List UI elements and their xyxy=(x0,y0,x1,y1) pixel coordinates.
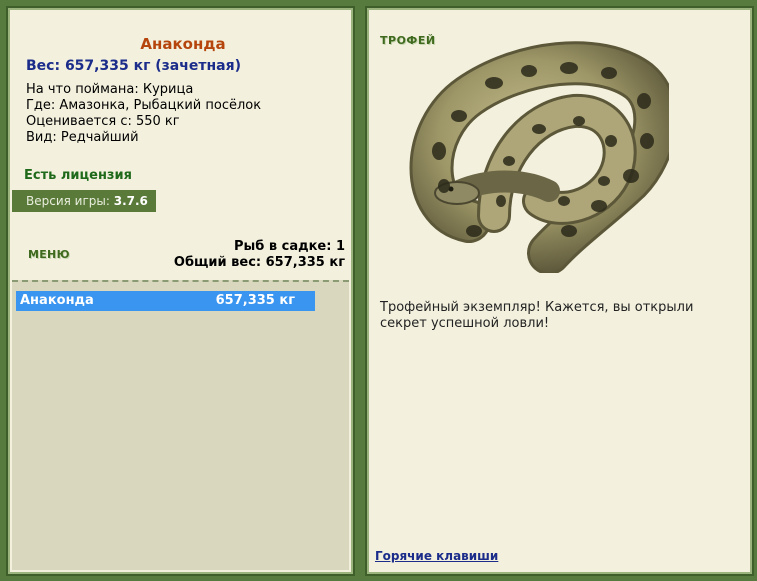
fish-weight: Вес: 657,335 кг (зачетная) xyxy=(26,58,241,74)
bait-info: На что поймана: Курица xyxy=(26,82,194,97)
version-value: 3.7.6 xyxy=(113,194,148,208)
menu-button[interactable]: МЕНЮ xyxy=(28,248,70,261)
anaconda-image xyxy=(409,41,669,273)
license-status: Есть лицензия xyxy=(24,168,132,183)
fish-info-panel: Анаконда Вес: 657,335 кг (зачетная) На ч… xyxy=(6,6,355,576)
trophy-description: Трофейный экземпляр! Кажется, вы открыли… xyxy=(380,300,694,331)
game-version: Версия игры: 3.7.6 xyxy=(12,190,156,212)
list-item[interactable]: Анаконда 657,335 кг xyxy=(16,291,315,311)
version-label: Версия игры: xyxy=(26,194,110,208)
fish-name: Анаконда xyxy=(140,35,226,53)
value-info: Оценивается с: 550 кг xyxy=(26,114,180,129)
list-item-weight: 657,335 кг xyxy=(215,293,295,308)
kind-info: Вид: Редчайший xyxy=(26,130,139,145)
list-item-name: Анаконда xyxy=(20,293,94,308)
keepnet-list: Анаконда 657,335 кг xyxy=(12,280,349,570)
hotkeys-link[interactable]: Горячие клавиши xyxy=(375,549,498,563)
trophy-panel: ТРОФЕЙ Трофейный экземпляр! Кажется, вы … xyxy=(365,6,754,576)
fish-count: Рыб в садке: 1 xyxy=(233,239,345,254)
location-info: Где: Амазонка, Рыбацкий посёлок xyxy=(26,98,262,113)
keepnet-stats: Рыб в садке: 1 Общий вес: 657,335 кг xyxy=(174,239,345,271)
total-weight: Общий вес: 657,335 кг xyxy=(173,255,345,270)
